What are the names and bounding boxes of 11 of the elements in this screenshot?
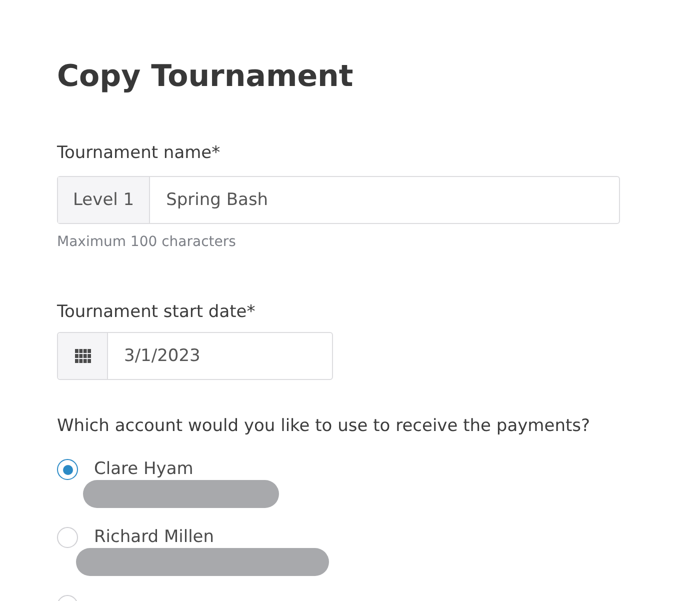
field-label: Tournament start date* <box>57 301 256 323</box>
level-prefix: Level 1 <box>58 177 150 223</box>
name-input-field[interactable]: Level 1 Spring Bash <box>57 176 620 224</box>
field-hint: Maximum 100 characters <box>57 234 236 251</box>
account-name: Richard Millen <box>94 527 214 548</box>
field-label: Tournament name* <box>57 142 220 164</box>
radio-button[interactable] <box>57 527 78 548</box>
page-title: Copy Tournament <box>57 58 354 96</box>
account-name: Clare Hyam <box>94 459 194 480</box>
question-text: Which account would you like to use to receive the payments? <box>57 415 590 437</box>
radio-button[interactable] <box>57 459 78 480</box>
